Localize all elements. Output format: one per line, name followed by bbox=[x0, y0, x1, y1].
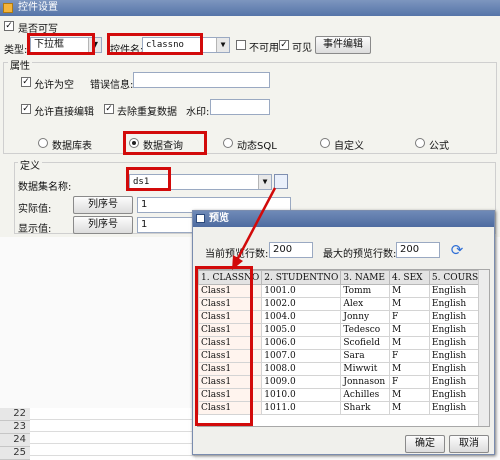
arrow-line bbox=[234, 187, 277, 263]
annotation-arrow bbox=[232, 187, 277, 270]
